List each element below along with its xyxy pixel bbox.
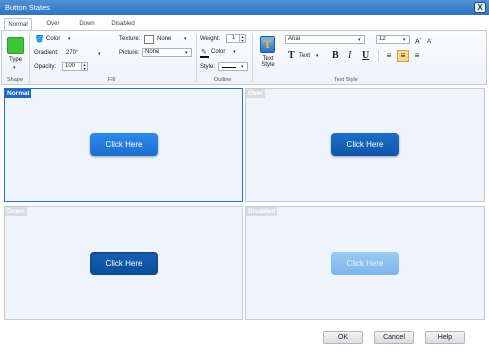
gradient-value[interactable]: 270° [66,50,78,56]
font-family-select[interactable]: Arial ▾ [285,35,365,44]
over-state-panel[interactable]: Over Click Here [245,88,485,202]
text-color-icon[interactable]: T [288,50,295,61]
preview-button-normal[interactable]: Click Here [90,133,158,156]
cancel-button[interactable]: Cancel [374,331,414,344]
texture-swatch[interactable] [144,35,154,44]
chevron-down-icon: ▾ [403,37,406,43]
disabled-state-panel[interactable]: Disabled Click Here [245,206,485,320]
outline-color-bar [200,56,209,58]
italic-icon[interactable]: I [348,50,351,61]
text-style-icon: T [260,36,275,53]
picture-label: Picture: [119,50,140,56]
panel-label: Over [246,89,265,98]
outline-color-label: Color [211,49,226,55]
normal-state-panel[interactable]: Normal Click Here [4,88,243,202]
chevron-down-icon: ▾ [241,64,244,70]
fill-color-button[interactable]: 🪣 Color ▾ [34,35,78,45]
align-right-icon[interactable]: ≡ [412,51,422,61]
panel-label: Disabled [246,207,278,216]
shape-group-label: Shape [7,77,23,83]
title-bar: Button States X [0,0,489,15]
font-family-value: Arial [288,36,301,42]
align-left-icon[interactable]: ≡ [384,51,394,61]
texture-label: Texture: [119,36,141,42]
font-size-value: 12 [379,36,386,42]
panel-label: Down [5,207,27,216]
outline-group-label: Outline [214,77,232,83]
outline-color-button[interactable]: ✎ Color ▾ [200,48,244,58]
bold-icon[interactable]: B [332,50,339,61]
text-style-group-label: Text Style [334,77,358,83]
line-style-select[interactable]: ▾ [218,62,248,71]
shape-type-button[interactable]: Type ▾ [6,35,26,73]
picture-select[interactable]: None ▾ [142,48,192,57]
text-style-button[interactable]: T Text Style [256,34,280,74]
pen-icon: ✎ [201,49,207,56]
stepper-arrows-icon[interactable]: ▴ ▾ [81,63,87,70]
shrink-font-icon[interactable]: A- [427,36,432,45]
help-button[interactable]: Help [425,331,465,344]
grow-font-icon[interactable]: A+ [415,36,422,45]
shape-swatch [7,37,24,54]
close-button[interactable]: X [474,2,486,13]
preview-button-disabled[interactable]: Click Here [331,252,399,275]
opacity-value: 100 [65,63,76,69]
fill-color-label: Color [46,36,61,42]
align-center-icon[interactable]: ≡ [397,50,409,62]
line-style-preview [222,67,236,68]
preview-button-down[interactable]: Click Here [90,252,158,275]
text-color-label: Text [299,53,311,59]
down-state-panel[interactable]: Down Click Here [4,206,243,320]
fill-group-label: Fill [108,77,116,83]
ribbon-toolbar: Type ▾ Shape 🪣 Color ▾ Gradient: 270° ▾ … [1,30,487,85]
underline-icon[interactable]: U [362,50,369,61]
paint-bucket-icon: 🪣 [35,36,44,43]
chevron-down-icon: ▾ [233,49,236,55]
window-title: Button States [5,3,51,12]
shape-type-label: Type [9,57,23,63]
texture-value: None [157,36,172,42]
stepper-arrows-icon[interactable]: ▴ ▾ [239,35,245,42]
ok-button[interactable]: OK [323,331,363,344]
weight-stepper[interactable]: 1 ▴ ▾ [226,34,246,43]
picture-value: None [145,49,160,55]
opacity-stepper[interactable]: 100 ▴ ▾ [62,62,88,71]
chevron-down-icon: ▾ [68,36,71,42]
preview-button-over[interactable]: Click Here [331,133,399,156]
chevron-down-icon: ▾ [185,50,188,56]
weight-value: 1 [232,35,236,41]
chevron-down-icon[interactable]: ▾ [316,53,319,59]
opacity-label: Opacity: [34,64,57,70]
style-label: Style: [200,64,216,70]
chevron-down-icon: ▾ [358,37,361,43]
weight-label: Weight: [200,36,221,42]
chevron-down-icon[interactable]: ▾ [98,51,101,57]
chevron-down-icon: ▾ [13,65,16,71]
gradient-label: Gradient: [34,50,59,56]
chevron-down-icon[interactable]: ▾ [184,36,187,42]
panel-label: Normal [5,89,32,98]
text-style-label: Text Style [261,56,275,68]
font-size-select[interactable]: 12 ▾ [376,35,410,44]
